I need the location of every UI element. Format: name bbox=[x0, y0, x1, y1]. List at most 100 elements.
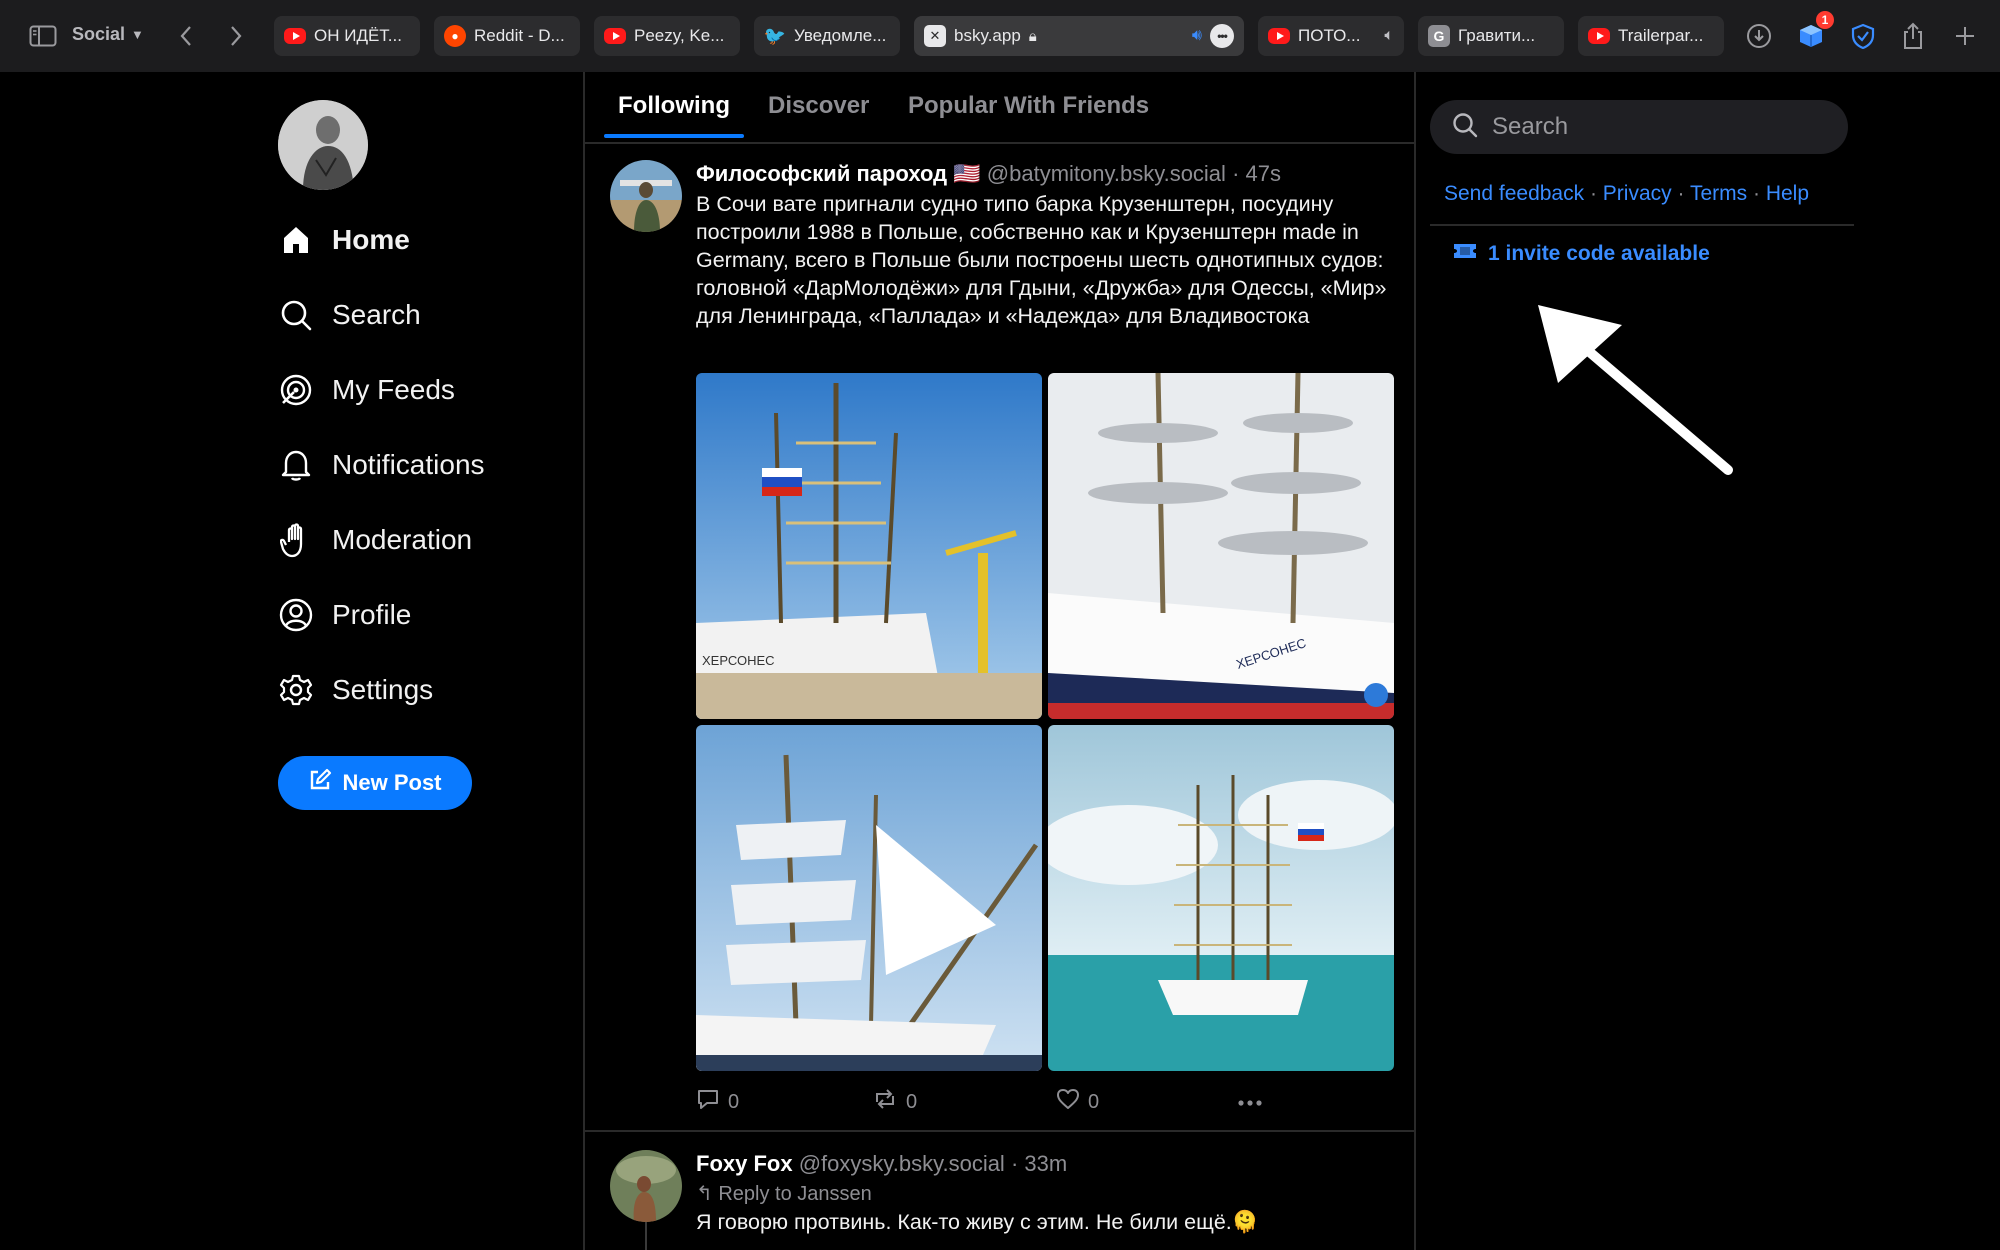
reply-to-prefix: Reply to bbox=[718, 1183, 792, 1205]
youtube-icon bbox=[1268, 28, 1290, 44]
new-tab-icon[interactable] bbox=[1950, 21, 1980, 51]
bell-icon bbox=[278, 447, 314, 483]
tab-discover[interactable]: Discover bbox=[768, 92, 869, 120]
repost-count: 0 bbox=[906, 1090, 918, 1113]
reply-icon bbox=[696, 1088, 720, 1116]
post-text: В Сочи вате пригнали судно типо барка Кр… bbox=[696, 192, 1387, 328]
post-text: Я говорю протвинь. Как-то живу с этим. Н… bbox=[696, 1210, 1259, 1234]
speaker-icon[interactable]: 🔊︎ bbox=[1192, 27, 1202, 45]
back-icon[interactable] bbox=[174, 21, 198, 51]
nav-search[interactable]: Search bbox=[278, 288, 421, 342]
browser-tab[interactable]: ПОТО... 🔈︎ bbox=[1258, 16, 1404, 56]
tab-following[interactable]: Following bbox=[618, 92, 730, 120]
nav-label: Search bbox=[332, 299, 421, 330]
post-image[interactable]: ХЕРСОНЕС bbox=[1048, 373, 1394, 719]
search-input[interactable] bbox=[1492, 113, 1812, 141]
gear-icon bbox=[278, 672, 314, 708]
download-icon[interactable] bbox=[1744, 21, 1774, 51]
help-link[interactable]: Help bbox=[1766, 182, 1809, 205]
nav-label: Moderation bbox=[332, 524, 473, 555]
flag-icon: 🇺🇸 bbox=[953, 161, 981, 186]
invite-code-label: 1 invite code available bbox=[1488, 242, 1710, 265]
search-bar[interactable] bbox=[1430, 100, 1848, 154]
divider bbox=[585, 1130, 1414, 1132]
invite-code-button[interactable]: 1 invite code available bbox=[1452, 241, 1710, 267]
reply-button[interactable]: 0 bbox=[696, 1088, 739, 1116]
more-dots-icon bbox=[1238, 1090, 1262, 1113]
browser-tab[interactable]: 🐦 Уведомле... bbox=[754, 16, 900, 56]
extension-box-icon[interactable]: 1 bbox=[1796, 11, 1834, 51]
tab-title: ОН ИДЁТ... bbox=[314, 26, 402, 45]
share-icon[interactable] bbox=[1898, 21, 1928, 51]
tab-title: Гравити... bbox=[1458, 26, 1536, 45]
post-author-handle[interactable]: @foxysky.bsky.social bbox=[799, 1151, 1005, 1176]
tab-title: Reddit - D... bbox=[474, 26, 565, 45]
browser-tab[interactable]: Peezy, Ke... bbox=[594, 16, 740, 56]
send-feedback-link[interactable]: Send feedback bbox=[1444, 182, 1584, 205]
privacy-link[interactable]: Privacy bbox=[1603, 182, 1672, 205]
like-button[interactable]: 0 bbox=[1056, 1088, 1099, 1116]
x-icon: ✕ bbox=[924, 25, 946, 47]
nav-settings[interactable]: Settings bbox=[278, 663, 433, 717]
like-count: 0 bbox=[1088, 1090, 1100, 1113]
new-post-button[interactable]: New Post bbox=[278, 756, 472, 810]
post-header: Философский пароход 🇺🇸 @batymitony.bsky.… bbox=[696, 161, 1281, 187]
reddit-icon: ● bbox=[444, 25, 466, 47]
browser-tab[interactable]: G Гравити... bbox=[1418, 16, 1564, 56]
forward-icon[interactable] bbox=[224, 21, 248, 51]
g-icon: G bbox=[1428, 25, 1450, 47]
sidebar-toggle-icon[interactable] bbox=[26, 21, 60, 51]
tab-title: Trailerpar... bbox=[1618, 26, 1704, 45]
repost-button[interactable]: 0 bbox=[872, 1088, 917, 1116]
tab-group-name: Social bbox=[72, 24, 126, 44]
tab-title: Peezy, Ke... bbox=[634, 26, 725, 45]
nav-moderation[interactable]: Moderation bbox=[278, 513, 472, 567]
post-more-button[interactable] bbox=[1238, 1090, 1262, 1113]
annotation-arrow bbox=[1538, 305, 1733, 475]
post-timestamp[interactable]: · 47s bbox=[1232, 161, 1281, 186]
reply-to-line[interactable]: ↰ Reply to Janssen bbox=[696, 1181, 872, 1206]
post-image[interactable]: ХЕРСОНЕС bbox=[696, 373, 1042, 719]
tab-title: ПОТО... bbox=[1298, 26, 1361, 45]
home-icon bbox=[278, 222, 314, 258]
tab-popular-with-friends[interactable]: Popular With Friends bbox=[908, 92, 1149, 120]
post-timestamp[interactable]: · 33m bbox=[1011, 1151, 1067, 1176]
heart-icon bbox=[1056, 1088, 1080, 1116]
nav-notifications[interactable]: Notifications bbox=[278, 438, 485, 492]
post-image[interactable] bbox=[696, 725, 1042, 1071]
nav-label: Settings bbox=[332, 674, 434, 705]
shield-icon[interactable] bbox=[1848, 21, 1878, 51]
center-left-border bbox=[583, 72, 585, 1250]
divider bbox=[585, 142, 1414, 144]
post-author-name[interactable]: Философский пароход bbox=[696, 161, 947, 186]
youtube-icon bbox=[1588, 28, 1610, 44]
user-avatar[interactable] bbox=[278, 100, 368, 190]
post-author-avatar[interactable] bbox=[610, 1150, 682, 1222]
profile-icon bbox=[278, 597, 314, 633]
browser-tab[interactable]: ● Reddit - D... bbox=[434, 16, 580, 56]
tab-group-selector[interactable]: Social ▼ bbox=[72, 24, 144, 45]
search-icon bbox=[278, 297, 314, 333]
terms-link[interactable]: Terms bbox=[1690, 182, 1747, 205]
browser-tab[interactable]: ОН ИДЁТ... bbox=[274, 16, 420, 56]
post-author-avatar[interactable] bbox=[610, 160, 682, 232]
nav-profile[interactable]: Profile bbox=[278, 588, 411, 642]
browser-tab-active[interactable]: ✕ bsky.app 🔒︎ 🔊︎ ••• bbox=[914, 16, 1244, 56]
link-separator: · bbox=[1677, 182, 1685, 205]
footer-links: Send feedback · Privacy · Terms · Help bbox=[1444, 182, 1809, 206]
post-author-name[interactable]: Foxy Fox bbox=[696, 1151, 793, 1176]
compose-icon bbox=[308, 768, 332, 798]
more-icon[interactable]: ••• bbox=[1210, 24, 1234, 48]
nav-label: Notifications bbox=[332, 449, 485, 480]
hand-icon bbox=[278, 522, 314, 558]
link-separator: · bbox=[1589, 182, 1597, 205]
browser-tab[interactable]: Trailerpar... bbox=[1578, 16, 1724, 56]
nav-home[interactable]: Home bbox=[278, 213, 410, 267]
browser-toolbar: Social ▼ ОН ИДЁТ... ● Reddit - D... Peez… bbox=[0, 0, 2000, 72]
speaker-icon[interactable]: 🔈︎ bbox=[1384, 27, 1394, 45]
feeds-icon bbox=[278, 372, 314, 408]
youtube-icon bbox=[284, 28, 306, 44]
post-author-handle[interactable]: @batymitony.bsky.social bbox=[987, 161, 1226, 186]
nav-my-feeds[interactable]: My Feeds bbox=[278, 363, 455, 417]
post-image[interactable] bbox=[1048, 725, 1394, 1071]
